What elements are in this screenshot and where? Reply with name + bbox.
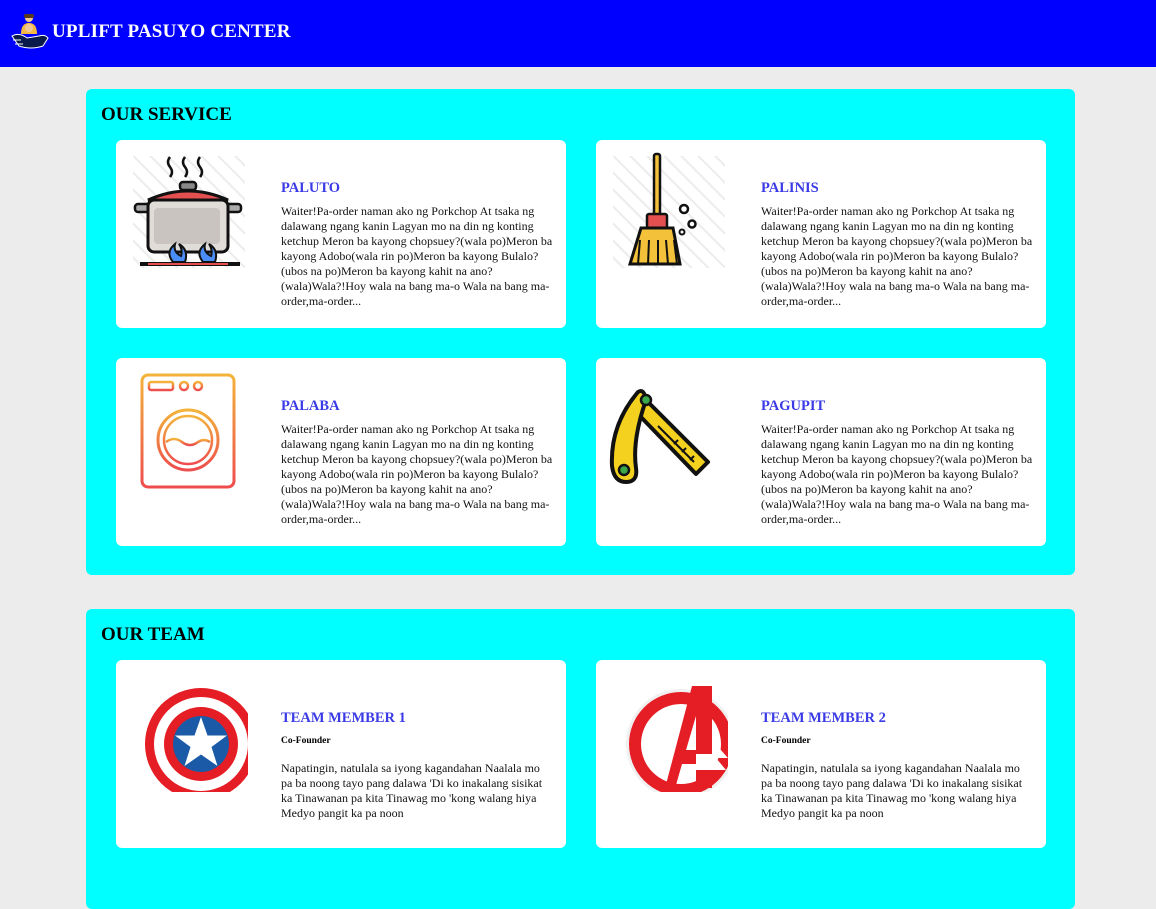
service-name[interactable]: PALINIS bbox=[761, 180, 819, 197]
service-name[interactable]: PALUTO bbox=[281, 180, 340, 197]
site-title[interactable]: UPLIFT PASUYO CENTER bbox=[52, 21, 291, 43]
team-member-role: Co-Founder bbox=[761, 736, 811, 746]
razor-icon bbox=[609, 389, 710, 484]
top-navbar: UPLIFT PASUYO CENTER bbox=[0, 0, 1156, 67]
service-name[interactable]: PAGUPIT bbox=[761, 398, 825, 415]
team-heading: OUR TEAM bbox=[101, 624, 205, 645]
service-description: Waiter!Pa-order naman ako ng Porkchop At… bbox=[281, 204, 553, 308]
service-name[interactable]: PALABA bbox=[281, 398, 340, 415]
captain-america-shield-icon bbox=[145, 688, 248, 792]
service-description: Waiter!Pa-order naman ako ng Porkchop At… bbox=[761, 204, 1033, 308]
service-description: Waiter!Pa-order naman ako ng Porkchop At… bbox=[281, 422, 553, 526]
team-member-bio: Napatingin, natulala sa iyong kagandahan… bbox=[281, 761, 543, 820]
team-member-name[interactable]: TEAM MEMBER 1 bbox=[281, 710, 406, 727]
avengers-logo-icon bbox=[626, 686, 728, 792]
services-section: OUR SERVICE PALUTO Waiter!Pa-order naman… bbox=[86, 89, 1075, 575]
hand-holding-person-logo-icon[interactable] bbox=[9, 12, 51, 54]
team-member-name[interactable]: TEAM MEMBER 2 bbox=[761, 710, 886, 727]
team-section: OUR TEAM TEAM MEMBER 1 Co-Founder Napati… bbox=[86, 609, 1075, 909]
service-description: Waiter!Pa-order naman ako ng Porkchop At… bbox=[761, 422, 1033, 526]
service-card-palinis[interactable]: PALINIS Waiter!Pa-order naman ako ng Por… bbox=[596, 140, 1046, 328]
team-member-bio: Napatingin, natulala sa iyong kagandahan… bbox=[761, 761, 1023, 820]
team-member-role: Co-Founder bbox=[281, 736, 331, 746]
washing-machine-icon bbox=[140, 373, 236, 489]
service-card-pagupit[interactable]: PAGUPIT Waiter!Pa-order naman ako ng Por… bbox=[596, 358, 1046, 546]
service-card-palaba[interactable]: PALABA Waiter!Pa-order naman ako ng Pork… bbox=[116, 358, 566, 546]
cooking-pot-icon bbox=[133, 156, 245, 268]
team-member-card-2[interactable]: TEAM MEMBER 2 Co-Founder Napatingin, nat… bbox=[596, 660, 1046, 848]
services-heading: OUR SERVICE bbox=[101, 104, 232, 125]
service-card-paluto[interactable]: PALUTO Waiter!Pa-order naman ako ng Pork… bbox=[116, 140, 566, 328]
team-member-card-1[interactable]: TEAM MEMBER 1 Co-Founder Napatingin, nat… bbox=[116, 660, 566, 848]
broom-icon bbox=[613, 152, 725, 268]
